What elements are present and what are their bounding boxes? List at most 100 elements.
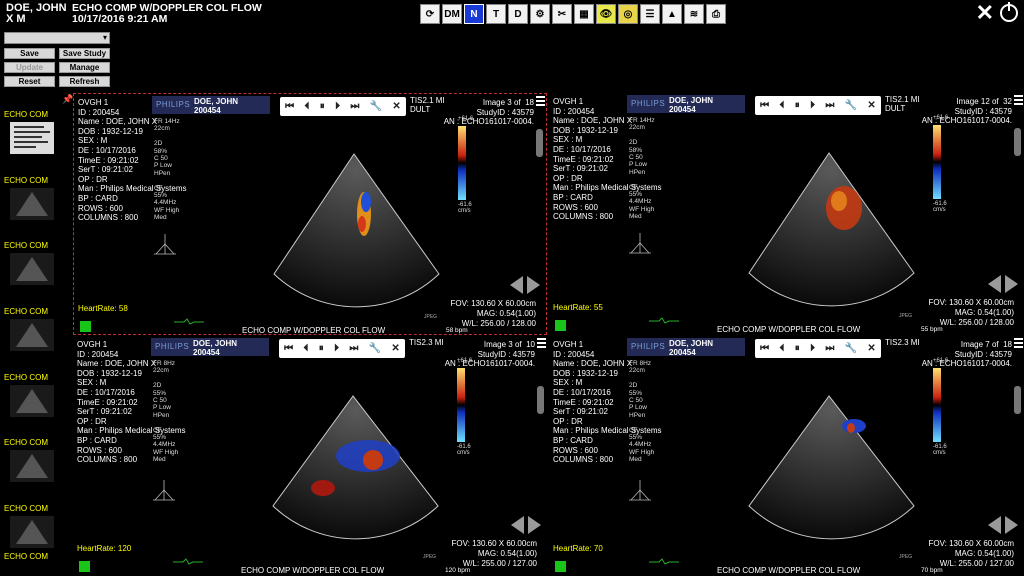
skip-last-icon[interactable]: ⏭ [825, 100, 834, 111]
next-arrow-icon[interactable] [1005, 275, 1018, 293]
viewport-4[interactable]: OVGH 1 ID : 200454 Name : DOE, JOHN X DO… [549, 336, 1024, 576]
step-back-icon[interactable]: ⏴ [304, 101, 309, 112]
step-forward-icon[interactable]: ⏵ [335, 101, 340, 112]
skip-first-icon[interactable]: ⏮ [760, 100, 769, 111]
thumbnail-label: ECHO COM [4, 438, 48, 447]
viewport-3[interactable]: OVGH 1 ID : 200454 Name : DOE, JOHN X DO… [73, 336, 547, 576]
prev-arrow-icon[interactable] [988, 516, 1001, 534]
wrench-icon[interactable]: 🔧 [370, 101, 382, 112]
next-arrow-icon[interactable] [528, 516, 541, 534]
wrench-icon[interactable]: 🔧 [845, 100, 857, 111]
t-button[interactable]: T [486, 4, 506, 24]
manage-button[interactable]: Manage [59, 62, 110, 73]
thumbnail-label: ECHO COM [4, 504, 48, 513]
close-window-icon[interactable]: ✕ [976, 2, 994, 24]
pause-icon[interactable]: ⏸ [795, 343, 800, 354]
pause-icon[interactable]: ⏸ [320, 101, 325, 112]
skip-first-icon[interactable]: ⏮ [285, 101, 294, 112]
dm-button[interactable]: DM [442, 4, 462, 24]
color-scale-bar [457, 368, 465, 442]
thumbnail[interactable]: ECHO COM [4, 110, 64, 154]
step-forward-icon[interactable]: ⏵ [334, 343, 339, 354]
close-icon[interactable]: ✕ [392, 101, 400, 112]
cine-player: ⏮ ⏴ ⏸ ⏵ ⏭ 🔧 ✕ [755, 339, 881, 358]
skip-last-icon[interactable]: ⏭ [825, 343, 834, 354]
viewport-menu-icon[interactable] [537, 338, 546, 350]
sliders-icon: ☰ [645, 8, 655, 20]
pause-icon[interactable]: ⏸ [319, 343, 324, 354]
power-icon[interactable] [1000, 2, 1018, 22]
viewport-menu-icon[interactable] [1014, 95, 1023, 107]
layers-button[interactable]: ≋ [684, 4, 704, 24]
pause-icon[interactable]: ⏸ [795, 100, 800, 111]
thumbnail-label: ECHO COM [4, 176, 48, 185]
step-forward-icon[interactable]: ⏵ [810, 100, 815, 111]
thumbnail[interactable]: ECHO COM [4, 176, 64, 220]
skip-first-icon[interactable]: ⏮ [284, 343, 293, 354]
thumbnail-image [10, 385, 54, 417]
thumbnail[interactable]: ECHO COM [4, 552, 64, 561]
viewport-scrollbar[interactable] [1014, 128, 1021, 156]
save-study-button[interactable]: Save Study [59, 48, 110, 59]
skip-last-icon[interactable]: ⏭ [350, 101, 359, 112]
refresh-button[interactable]: ⟳ [420, 4, 440, 24]
tis-sub: DULT [885, 104, 906, 113]
top-bar: DOE, JOHN X M ECHO COMP W/DOPPLER COL FL… [0, 0, 1024, 28]
thumbnail[interactable]: ECHO COM [4, 241, 64, 285]
thumbnail[interactable]: ECHO COM [4, 307, 64, 351]
skip-first-icon[interactable]: ⏮ [760, 343, 769, 354]
step-back-icon[interactable]: ⏴ [779, 100, 784, 111]
status-indicator [80, 321, 91, 332]
skip-last-icon[interactable]: ⏭ [349, 343, 358, 354]
thumbnail[interactable]: ECHO COM [4, 438, 64, 482]
step-forward-icon[interactable]: ⏵ [810, 343, 815, 354]
reset-button[interactable]: Reset [4, 76, 55, 87]
viewport-menu-icon[interactable] [536, 96, 545, 108]
n-button-label: N [470, 8, 478, 20]
prev-arrow-icon[interactable] [988, 275, 1001, 293]
layout-grid-button[interactable]: ▦ [574, 4, 594, 24]
banner-name: DOE, JOHN 200454 [669, 339, 714, 357]
vendor-banner: PHILIPS DOE, JOHN 200454 [151, 338, 269, 357]
d-button[interactable]: D [508, 4, 528, 24]
viewport-scrollbar[interactable] [536, 129, 543, 157]
viewport-1[interactable]: OVGH 1 ID : 200454 Name : DOE, JOHN X DO… [73, 93, 547, 335]
viewport-menu-icon[interactable] [1014, 338, 1023, 350]
close-icon[interactable]: ✕ [867, 100, 875, 111]
film-button[interactable]: ◎ [618, 4, 638, 24]
wrench-icon[interactable]: 🔧 [369, 343, 381, 354]
prev-arrow-icon[interactable] [510, 276, 523, 294]
image-number: Image 3 of 10 StudyID : 43579 AN : ECHO1… [444, 340, 535, 369]
status-indicator [79, 561, 90, 572]
close-icon[interactable]: ✕ [391, 343, 399, 354]
tools-button[interactable]: ✂ [552, 4, 572, 24]
refresh-button-left[interactable]: Refresh [59, 76, 110, 87]
thumbnail[interactable]: ECHO COM [4, 504, 64, 548]
sliders-button[interactable]: ☰ [640, 4, 660, 24]
image-button[interactable]: ▲ [662, 4, 682, 24]
close-icon[interactable]: ✕ [867, 343, 875, 354]
settings-icon: ⚙ [535, 8, 545, 20]
viewport-scrollbar[interactable] [537, 386, 544, 414]
eye-button[interactable]: 👁 [596, 4, 616, 24]
next-arrow-icon[interactable] [1005, 516, 1018, 534]
viewport-2[interactable]: OVGH 1 ID : 200454 Name : DOE, JOHN X DO… [549, 93, 1024, 335]
prev-arrow-icon[interactable] [511, 516, 524, 534]
preset-select[interactable]: ▾ [4, 32, 110, 44]
banner-name: DOE, JOHN 200454 [193, 339, 238, 357]
step-back-icon[interactable]: ⏴ [779, 343, 784, 354]
next-arrow-icon[interactable] [527, 276, 540, 294]
step-back-icon[interactable]: ⏴ [303, 343, 308, 354]
n-button[interactable]: N [464, 4, 484, 24]
tis-label: TIS2.1 MI DULT [410, 96, 445, 114]
color-scale-bar [933, 368, 941, 442]
save-button[interactable]: Save [4, 48, 55, 59]
thumbnail[interactable]: ECHO COM [4, 373, 64, 417]
scan-parameters: FR 14Hz 22cm 2D 58% C 50 P Low HPen CF 5… [154, 118, 180, 222]
settings-button[interactable]: ⚙ [530, 4, 550, 24]
wrench-icon[interactable]: 🔧 [845, 343, 857, 354]
tools-icon: ✂ [557, 8, 567, 20]
viewport-scrollbar[interactable] [1014, 386, 1021, 414]
update-button[interactable]: Update [4, 62, 55, 73]
print-button[interactable]: ⎙ [706, 4, 726, 24]
